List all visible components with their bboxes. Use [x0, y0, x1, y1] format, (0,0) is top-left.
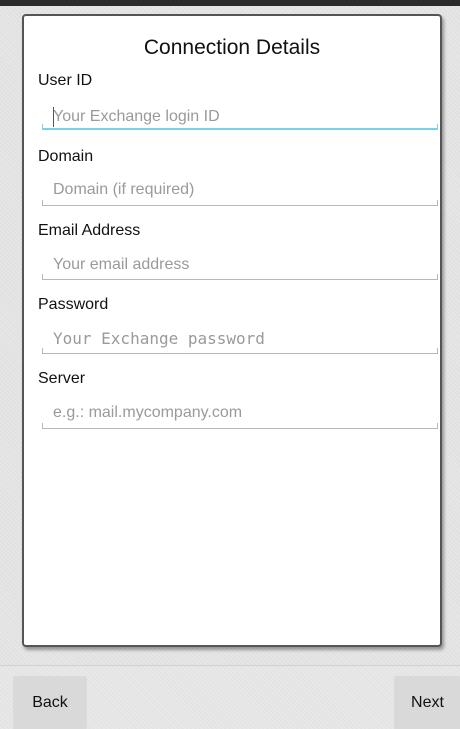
- email-underline: [42, 274, 438, 280]
- password-label: Password: [38, 296, 109, 313]
- connection-details-card: Connection Details User ID Domain Email …: [22, 14, 442, 647]
- server-underline: [42, 423, 438, 429]
- user-id-underline: [42, 124, 438, 130]
- domain-label: Domain: [38, 148, 94, 165]
- status-bar-strip: [0, 0, 460, 6]
- password-underline: [42, 348, 438, 354]
- back-button[interactable]: Back: [14, 677, 86, 729]
- next-button[interactable]: Next: [395, 677, 460, 729]
- server-label: Server: [38, 370, 86, 387]
- user-id-label: User ID: [38, 72, 93, 89]
- navigation-footer: Back Next: [0, 665, 460, 729]
- email-address-label: Email Address: [38, 222, 141, 239]
- domain-underline: [42, 200, 438, 206]
- page-title: Connection Details: [143, 36, 321, 59]
